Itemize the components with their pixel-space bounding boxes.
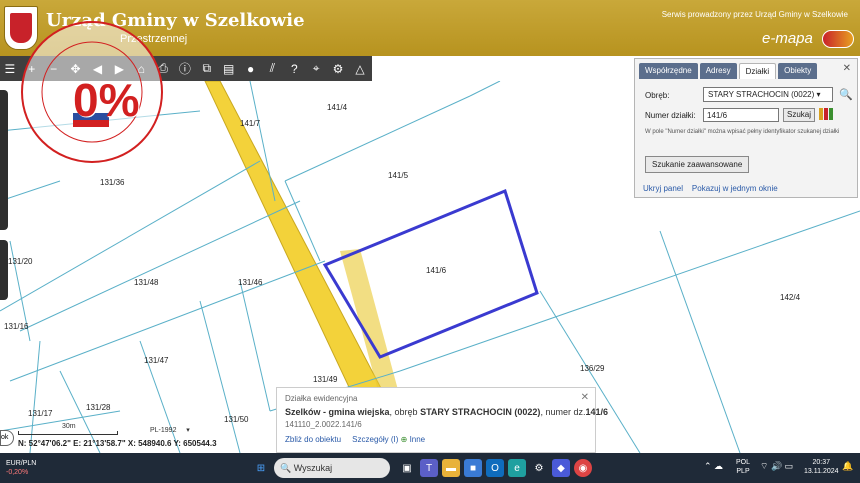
network-volume-battery-icons[interactable]: ⌔ 🔊 ▭ bbox=[760, 461, 793, 472]
scale-label: 30m bbox=[62, 423, 76, 430]
taskbar-search[interactable]: 🔍 Wyszukaj bbox=[274, 458, 390, 478]
location-icon[interactable]: ⌖ bbox=[306, 59, 326, 79]
parcel-info-box: Działka ewidencyjna Szelków - gmina wiej… bbox=[276, 387, 608, 453]
service-provider-text: Serwis prowadzony przez Urząd Gminy w Sz… bbox=[661, 10, 848, 19]
settings-icon[interactable]: ⚙ bbox=[328, 59, 348, 79]
clock[interactable]: 20:37 13.11.2024 bbox=[804, 458, 839, 476]
hide-panel-link[interactable]: Ukryj panel bbox=[643, 184, 683, 193]
info-title: Działka ewidencyjna bbox=[285, 394, 358, 403]
parcel-label: 131/28 bbox=[86, 403, 111, 412]
emapa-logo-text: e-mapa bbox=[762, 30, 813, 47]
ticker-name: EUR/PLN bbox=[6, 460, 37, 467]
ticker-change: -0,20% bbox=[6, 469, 29, 476]
crs-select[interactable]: PL-1992 ▾ bbox=[150, 426, 190, 434]
parcel-label: 131/47 bbox=[144, 356, 169, 365]
windows-taskbar: EUR/PLN -0,20% ⊞ 🔍 Wyszukaj ▣ T ▬ ■ O e … bbox=[0, 453, 860, 483]
language-indicator[interactable]: POL PLP bbox=[736, 458, 750, 476]
info-icon[interactable]: ⓘ bbox=[175, 59, 195, 79]
close-info-icon[interactable]: ✕ bbox=[581, 392, 589, 403]
search-hint: W pole "Numer działki" można wpisać pełn… bbox=[645, 129, 840, 135]
parcel-label: 136/29 bbox=[580, 364, 605, 373]
system-tray[interactable]: ⌃ ☁ bbox=[704, 461, 723, 472]
parcel-label: 131/49 bbox=[313, 375, 338, 384]
tab-obiekty[interactable]: Obiekty bbox=[778, 63, 818, 79]
parcel-label: 131/50 bbox=[224, 415, 249, 424]
tab-adresy[interactable]: Adresy bbox=[699, 63, 737, 79]
left-panel-handle[interactable] bbox=[0, 90, 8, 230]
left-panel-handle-2[interactable] bbox=[0, 240, 8, 300]
taskbar-search-placeholder: Wyszukaj bbox=[293, 463, 333, 473]
advanced-search-button[interactable]: Szukanie zaawansowane bbox=[645, 156, 750, 173]
triangle-icon[interactable]: △ bbox=[350, 59, 370, 79]
teams-icon[interactable]: T bbox=[420, 459, 438, 477]
settings-app-icon[interactable]: ⚙ bbox=[530, 459, 548, 477]
numer-dzialki-label: Numer działki: bbox=[645, 111, 696, 120]
parcel-label: 141/4 bbox=[327, 103, 348, 112]
task-view-icon[interactable]: ▣ bbox=[398, 459, 416, 477]
security-icon[interactable]: ◆ bbox=[552, 459, 570, 477]
obreb-label: Obręb: bbox=[645, 91, 670, 100]
parcel-label: 131/48 bbox=[134, 278, 159, 287]
panel-links: Ukryj panel Pokazuj w jednym oknie bbox=[643, 184, 778, 193]
help-icon[interactable]: ? bbox=[284, 59, 304, 79]
notification-icon[interactable]: 🔔 bbox=[842, 461, 853, 472]
layout-icon[interactable]: ▤ bbox=[219, 59, 239, 79]
search-panel: Współrzędne Adresy Działki Obiekty ✕ Obr… bbox=[634, 58, 858, 198]
chrome-icon[interactable]: ◉ bbox=[574, 459, 592, 477]
parcel-label: 131/16 bbox=[4, 322, 29, 331]
parcel-label: 131/46 bbox=[238, 278, 263, 287]
edge-icon[interactable]: e bbox=[508, 459, 526, 477]
file-explorer-icon[interactable]: ▬ bbox=[442, 459, 460, 477]
close-icon[interactable]: ✕ bbox=[843, 63, 851, 74]
store-icon[interactable]: ■ bbox=[464, 459, 482, 477]
remax-watermark: 0% bbox=[18, 18, 166, 166]
plus-icon[interactable]: ⊕ bbox=[401, 435, 408, 444]
color-indicator bbox=[819, 108, 834, 120]
parcel-label: 141/5 bbox=[388, 171, 409, 180]
cursor-coordinates: N: 52°47'06.2" E: 21°13'58.7" X: 548940.… bbox=[18, 439, 217, 448]
taskbar-apps: ⊞ 🔍 Wyszukaj ▣ T ▬ ■ O e ⚙ ◆ ◉ bbox=[252, 458, 596, 478]
details-link[interactable]: Szczegóły (I) bbox=[352, 435, 398, 444]
parcel-identifier: 141110_2.0022.141/6 bbox=[285, 420, 362, 429]
other-link[interactable]: Inne bbox=[410, 435, 426, 444]
search-tabs: Współrzędne Adresy Działki Obiekty bbox=[639, 63, 819, 79]
layers-icon[interactable]: ☰ bbox=[0, 59, 20, 79]
zoom-to-object-link[interactable]: Zbliż do obiektu bbox=[285, 435, 341, 444]
search-icon[interactable]: 🔍 bbox=[839, 88, 853, 101]
parcel-label: 131/36 bbox=[100, 178, 125, 187]
one-window-link[interactable]: Pokazuj w jednym oknie bbox=[692, 184, 778, 193]
obreb-select-value: STARY STRACHOCIN (0022) bbox=[708, 90, 815, 99]
parcel-label: 131/20 bbox=[8, 257, 33, 266]
outlook-icon[interactable]: O bbox=[486, 459, 504, 477]
parcel-label: 142/4 bbox=[780, 293, 801, 302]
windows-start-icon[interactable]: ⊞ bbox=[252, 459, 270, 477]
parcel-label: 141/6 bbox=[426, 266, 447, 275]
szukaj-button[interactable]: Szukaj bbox=[783, 108, 815, 122]
obreb-select[interactable]: STARY STRACHOCIN (0022) ▾ bbox=[703, 87, 833, 102]
parcel-label: 141/7 bbox=[240, 119, 261, 128]
numer-dzialki-input[interactable]: 141/6 bbox=[703, 108, 779, 122]
info-links: Zbliż do obiektu Szczegóły (I) ⊕ Inne bbox=[285, 435, 425, 444]
parcel-label: 131/17 bbox=[28, 409, 53, 418]
watermark-percent: 0% bbox=[73, 74, 140, 126]
info-description: Szelków - gmina wiejska, obręb STARY STR… bbox=[285, 407, 608, 417]
ticker-widget[interactable]: EUR/PLN -0,20% bbox=[6, 459, 36, 477]
pin-icon[interactable]: ● bbox=[241, 59, 261, 79]
screen: Urząd Gminy w Szelkowie Przestrzennej Se… bbox=[0, 0, 860, 483]
export-icon[interactable]: ⧉ bbox=[197, 59, 217, 79]
tab-wspolrzedne[interactable]: Współrzędne bbox=[639, 63, 698, 79]
emapa-logo-icon bbox=[822, 30, 854, 48]
measure-icon[interactable]: ⫽ bbox=[263, 59, 283, 79]
scale-bar bbox=[18, 431, 118, 435]
tab-dzialki[interactable]: Działki bbox=[738, 63, 777, 79]
